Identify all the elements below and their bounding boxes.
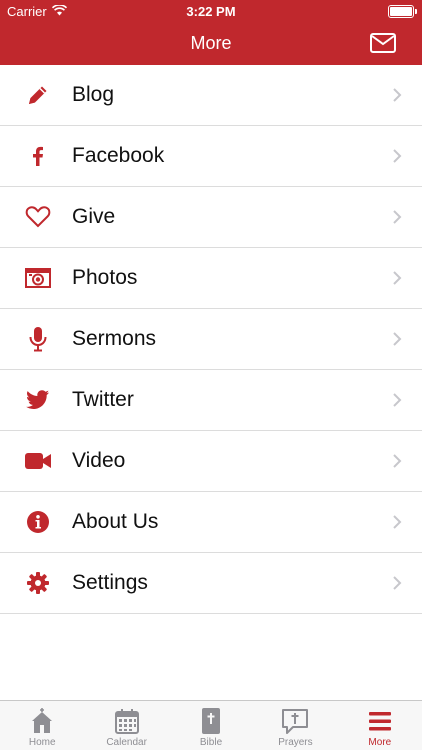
tab-label: Prayers	[278, 737, 313, 748]
menu-item-label: Settings	[72, 571, 148, 594]
menu-item-label: Video	[72, 449, 126, 472]
menu-item-give[interactable]: Give	[0, 187, 422, 248]
menu-item-blog[interactable]: Blog	[0, 65, 422, 126]
status-time: 3:22 PM	[186, 4, 236, 19]
tab-prayers[interactable]: Prayers	[253, 701, 337, 750]
page-title: More	[190, 33, 232, 53]
chevron-right-icon	[393, 332, 402, 346]
microphone-icon	[24, 325, 52, 353]
menu-item-photos[interactable]: Photos	[0, 248, 422, 309]
menu-item-label: Blog	[72, 83, 115, 106]
church-icon	[32, 708, 53, 733]
battery-icon	[388, 5, 417, 18]
prayer-icon	[282, 709, 309, 734]
chevron-right-icon	[393, 393, 402, 407]
menu-item-sermons[interactable]: Sermons	[0, 309, 422, 370]
more-menu-list: Blog Facebook Give Photos Sermons Twitte…	[0, 65, 422, 614]
menu-item-settings[interactable]: Settings	[0, 553, 422, 614]
calendar-icon	[114, 709, 139, 734]
envelope-icon	[370, 33, 396, 53]
menu-item-facebook[interactable]: Facebook	[0, 126, 422, 187]
menu-item-video[interactable]: Video	[0, 431, 422, 492]
chevron-right-icon	[393, 515, 402, 529]
tab-more[interactable]: More	[338, 701, 422, 750]
tab-label: Calendar	[106, 737, 147, 748]
heart-icon	[24, 203, 52, 231]
menu-item-label: Facebook	[72, 144, 165, 167]
tab-label: Bible	[199, 737, 223, 748]
chevron-right-icon	[393, 88, 402, 102]
facebook-icon	[24, 142, 52, 170]
chevron-right-icon	[393, 271, 402, 285]
menu-item-label: Twitter	[72, 388, 134, 411]
tab-label: Home	[28, 737, 56, 748]
mail-button[interactable]	[370, 33, 396, 53]
tab-home[interactable]: Home	[0, 701, 84, 750]
menu-item-label: Photos	[72, 266, 138, 289]
tab-bible[interactable]: Bible	[169, 701, 253, 750]
video-camera-icon	[24, 447, 52, 475]
bible-icon	[202, 708, 221, 734]
chevron-right-icon	[393, 210, 402, 224]
info-icon	[24, 508, 52, 536]
hamburger-menu-icon	[368, 712, 391, 731]
tab-label: More	[368, 737, 392, 748]
menu-item-about-us[interactable]: About Us	[0, 492, 422, 553]
gear-icon	[24, 569, 52, 597]
pencil-icon	[24, 81, 52, 109]
chevron-right-icon	[393, 149, 402, 163]
twitter-icon	[24, 386, 52, 414]
camera-icon	[24, 264, 52, 292]
status-bar: Carrier 3:22 PM	[0, 0, 422, 22]
menu-item-twitter[interactable]: Twitter	[0, 370, 422, 431]
menu-item-label: Sermons	[72, 327, 157, 350]
menu-item-label: About Us	[72, 510, 159, 533]
tab-calendar[interactable]: Calendar	[84, 701, 168, 750]
chevron-right-icon	[393, 454, 402, 468]
menu-item-label: Give	[72, 205, 116, 228]
nav-header: Carrier 3:22 PM More	[0, 0, 422, 65]
tab-bar: Home Calendar Bible Prayers More	[0, 700, 422, 750]
chevron-right-icon	[393, 576, 402, 590]
